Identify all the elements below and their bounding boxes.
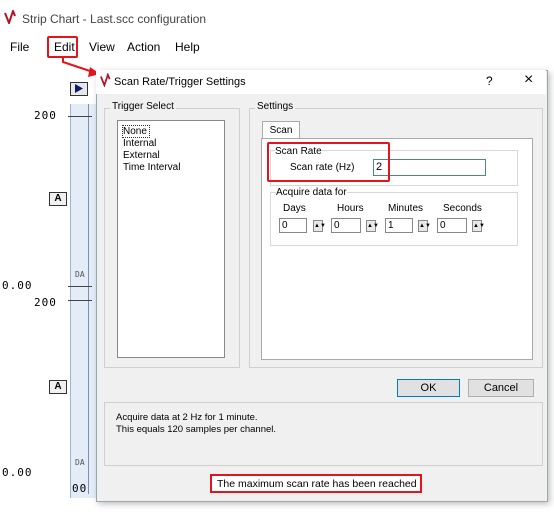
ok-button[interactable]: OK [397, 379, 460, 397]
seconds-spinner[interactable]: ▲▼ [472, 220, 485, 232]
hours-input[interactable]: 0 [331, 218, 361, 233]
acquire-title: Acquire data for [276, 187, 347, 198]
menu-help[interactable]: Help [175, 40, 200, 54]
dialog-title: Scan Rate/Trigger Settings [114, 76, 246, 88]
menu-view[interactable]: View [89, 40, 115, 54]
summary-line-1: Acquire data at 2 Hz for 1 minute. [116, 412, 258, 423]
seconds-input[interactable]: 0 [437, 218, 467, 233]
settings-title: Settings [255, 101, 296, 112]
app-logo-icon [4, 8, 20, 27]
play-button[interactable] [70, 82, 88, 96]
minutes-input[interactable]: 1 [385, 218, 413, 233]
autoscale-button[interactable]: A [49, 192, 67, 206]
summary-line-2: This equals 120 samples per channel. [116, 424, 277, 435]
da-label: DA [75, 270, 85, 279]
menu-action[interactable]: Action [127, 40, 160, 54]
days-spinner[interactable]: ▲▼ [313, 220, 326, 232]
y-axis-max-label: 200 [34, 109, 57, 122]
trigger-option-time-interval[interactable]: Time Interval [123, 162, 180, 173]
y-axis-max-label-2: 200 [34, 296, 57, 309]
help-icon[interactable]: ? [486, 74, 493, 88]
window-title: Strip Chart - Last.scc configuration [22, 12, 207, 26]
trigger-select-title: Trigger Select [110, 101, 176, 112]
autoscale-button-2[interactable]: A [49, 380, 67, 394]
y-axis-min-label: 0.00 [2, 279, 33, 292]
dialog-logo-icon [100, 72, 114, 90]
seconds-label: Seconds [443, 203, 482, 214]
x-axis-tick-label: 00 [72, 482, 88, 495]
days-input[interactable]: 0 [279, 218, 307, 233]
da-label-2: DA [75, 458, 85, 467]
scan-rate-highlight [267, 142, 390, 182]
y-tick-mark [68, 116, 92, 117]
trigger-listbox[interactable]: None Internal External Time Interval [117, 120, 225, 358]
trigger-option-internal[interactable]: Internal [123, 138, 156, 149]
chart-axis-line [88, 104, 89, 494]
trigger-option-none[interactable]: None [122, 125, 150, 138]
cancel-button[interactable]: Cancel [468, 379, 534, 397]
y-axis-min-label-2: 0.00 [2, 466, 33, 479]
trigger-option-external[interactable]: External [123, 150, 160, 161]
minutes-spinner[interactable]: ▲▼ [418, 220, 431, 232]
menu-edit-highlight [47, 36, 78, 58]
menu-file[interactable]: File [10, 40, 29, 54]
days-label: Days [283, 203, 306, 214]
minutes-label: Minutes [388, 203, 424, 214]
hours-label: Hours [337, 203, 364, 214]
close-icon[interactable]: × [524, 71, 533, 89]
hours-spinner[interactable]: ▲▼ [366, 220, 379, 232]
y-tick-mark [68, 286, 92, 287]
status-message: The maximum scan rate has been reached [217, 478, 417, 490]
y-tick-mark [68, 300, 92, 301]
